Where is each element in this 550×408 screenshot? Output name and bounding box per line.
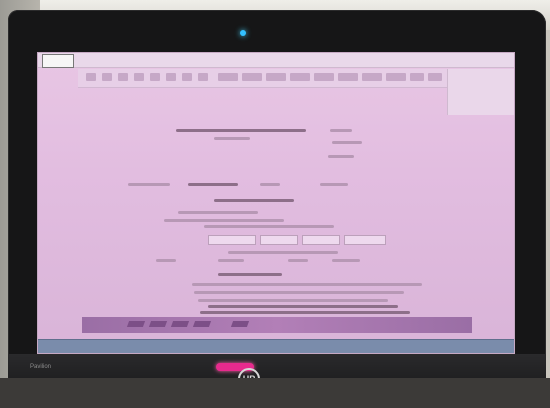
document-line <box>156 259 176 262</box>
toolbar-button[interactable] <box>410 73 424 81</box>
document-line <box>330 129 352 132</box>
toolbar-button[interactable] <box>338 73 358 81</box>
document-line <box>320 183 348 186</box>
side-panel <box>447 69 514 115</box>
form-field[interactable] <box>208 235 256 245</box>
toolbar-button[interactable] <box>182 73 192 81</box>
toolbar-button[interactable] <box>166 73 176 81</box>
status-mark <box>126 321 146 327</box>
toolbar-button[interactable] <box>102 73 112 81</box>
bezel-label: Pavilion <box>30 364 52 370</box>
toolbar-button[interactable] <box>266 73 286 81</box>
document-line <box>214 137 250 140</box>
section-title-line <box>218 273 282 276</box>
form-field[interactable] <box>344 235 386 245</box>
toolbar-button[interactable] <box>314 73 334 81</box>
window-titlebar <box>38 53 514 68</box>
toolbar-button[interactable] <box>218 73 238 81</box>
document-line <box>204 225 334 228</box>
toolbar-button[interactable] <box>428 73 442 81</box>
document-line <box>164 219 284 222</box>
toolbar-button[interactable] <box>242 73 262 81</box>
app-logo <box>42 54 74 68</box>
toolbar-button[interactable] <box>198 73 208 81</box>
toolbar-button[interactable] <box>134 73 144 81</box>
form-field[interactable] <box>260 235 298 245</box>
document-line <box>192 283 422 286</box>
form-field[interactable] <box>302 235 340 245</box>
toolbar-button[interactable] <box>150 73 160 81</box>
screen <box>37 52 515 354</box>
document-line <box>332 141 362 144</box>
document-heading-line <box>176 129 306 132</box>
status-mark <box>170 321 190 327</box>
monitor: Pavilion HP <box>8 10 546 408</box>
document-line <box>198 299 388 302</box>
desk <box>0 378 550 408</box>
toolbar-button[interactable] <box>386 73 406 81</box>
status-mark <box>192 321 212 327</box>
document-line <box>218 259 244 262</box>
toolbar-button[interactable] <box>290 73 310 81</box>
document-line <box>260 183 280 186</box>
document-line <box>228 251 338 254</box>
document-line <box>332 259 360 262</box>
toolbar-button[interactable] <box>362 73 382 81</box>
status-mark <box>230 321 250 327</box>
document-line <box>288 259 308 262</box>
document-line <box>178 211 258 214</box>
webcam-indicator-icon <box>240 30 246 36</box>
status-mark <box>148 321 168 327</box>
toolbar-button[interactable] <box>86 73 96 81</box>
document-line <box>188 183 238 186</box>
document-line <box>128 183 170 186</box>
taskbar <box>38 339 514 353</box>
document-line <box>194 291 404 294</box>
section-title-line <box>214 199 294 202</box>
document-line <box>200 311 410 314</box>
toolbar <box>78 69 448 88</box>
status-strip <box>82 317 472 333</box>
document-line <box>208 305 398 308</box>
toolbar-button[interactable] <box>118 73 128 81</box>
document-line <box>328 155 354 158</box>
side-panel-item[interactable] <box>448 77 514 81</box>
